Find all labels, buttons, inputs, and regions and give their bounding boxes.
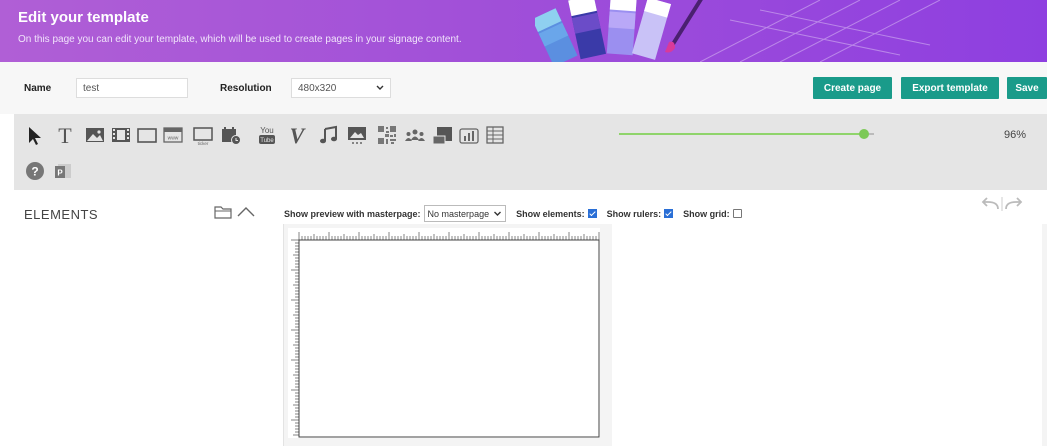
zoom-slider-fill	[619, 133, 864, 135]
svg-text:V: V	[290, 124, 307, 146]
webpage-icon[interactable]: www	[162, 124, 184, 146]
show-grid-checkbox[interactable]	[732, 209, 742, 218]
export-template-button[interactable]: Export template	[901, 77, 999, 99]
ticker-media-icon[interactable]	[432, 124, 454, 146]
svg-text:www: www	[168, 136, 179, 142]
canvas-page[interactable]	[298, 239, 600, 438]
page-title: Edit your template	[18, 9, 149, 26]
help-icon[interactable]: ?	[24, 160, 46, 182]
audio-icon[interactable]	[318, 124, 340, 146]
ticker-icon[interactable]: ticker	[192, 124, 214, 146]
youtube-icon[interactable]: You Tube	[256, 124, 278, 146]
masterpage-select-value: No masterpage	[427, 208, 490, 219]
calendar-icon[interactable]	[220, 124, 242, 146]
slideshow-icon[interactable]	[346, 124, 368, 146]
masterpage-label: Show preview with masterpage:	[284, 208, 421, 219]
svg-text:P: P	[57, 169, 63, 178]
page-header: Edit your template On this page you can …	[0, 0, 1047, 62]
name-input[interactable]: test	[76, 78, 188, 98]
template-canvas[interactable]	[288, 228, 600, 438]
svg-text:T: T	[58, 124, 72, 146]
chevron-down-icon	[494, 211, 502, 216]
resolution-select-value: 480x320	[298, 82, 337, 94]
qrcode-icon[interactable]	[376, 124, 398, 146]
text-icon[interactable]: T	[54, 124, 76, 146]
resolution-label: Resolution	[220, 83, 272, 94]
redo-icon[interactable]	[1005, 197, 1023, 210]
color-swatches-illustration	[535, 0, 703, 62]
table-icon[interactable]	[484, 124, 506, 146]
folder-icon[interactable]	[214, 206, 232, 219]
rectangle-icon[interactable]	[136, 124, 158, 146]
show-rulers-checkbox[interactable]	[664, 209, 674, 218]
svg-text:?: ?	[31, 165, 38, 179]
svg-text:You: You	[260, 126, 274, 135]
chart-icon[interactable]	[458, 124, 480, 146]
header-decoration-lines	[700, 0, 941, 62]
powerpoint-icon[interactable]: P	[52, 160, 74, 182]
svg-text:Tube: Tube	[260, 138, 274, 144]
workspace-blank-area	[612, 224, 1042, 446]
image-icon[interactable]	[84, 124, 106, 146]
template-canvas-wrapper	[288, 228, 600, 438]
undo-icon[interactable]	[981, 197, 999, 210]
social-icon[interactable]	[404, 124, 426, 146]
pointer-icon[interactable]	[24, 124, 46, 146]
show-elements-label: Show elements:	[516, 208, 585, 219]
save-button[interactable]: Save	[1007, 77, 1047, 99]
zoom-slider-handle[interactable]	[858, 129, 869, 139]
name-label: Name	[24, 83, 52, 94]
svg-text:ticker: ticker	[198, 141, 209, 146]
video-icon[interactable]	[110, 124, 132, 146]
show-elements-checkbox[interactable]	[587, 209, 597, 218]
preview-options: Show preview with masterpage: No masterp…	[284, 205, 752, 222]
chevron-down-icon	[376, 85, 384, 90]
history-controls	[980, 196, 1024, 217]
page-subtitle: On this page you can edit your template,…	[18, 34, 462, 45]
masterpage-select[interactable]: No masterpage	[423, 205, 507, 222]
show-rulers-label: Show rulers:	[606, 208, 662, 219]
show-grid-label: Show grid:	[683, 208, 730, 219]
zoom-level: 96%	[1004, 129, 1027, 141]
name-input-value: test	[83, 82, 100, 94]
elements-panel-title: ELEMENTS	[24, 207, 99, 222]
resolution-select[interactable]: 480x320	[291, 78, 391, 98]
create-page-button[interactable]: Create page	[813, 77, 892, 99]
chevron-up-icon[interactable]	[237, 207, 255, 217]
elements-panel-controls	[214, 204, 260, 225]
vimeo-icon[interactable]: V	[286, 124, 308, 146]
